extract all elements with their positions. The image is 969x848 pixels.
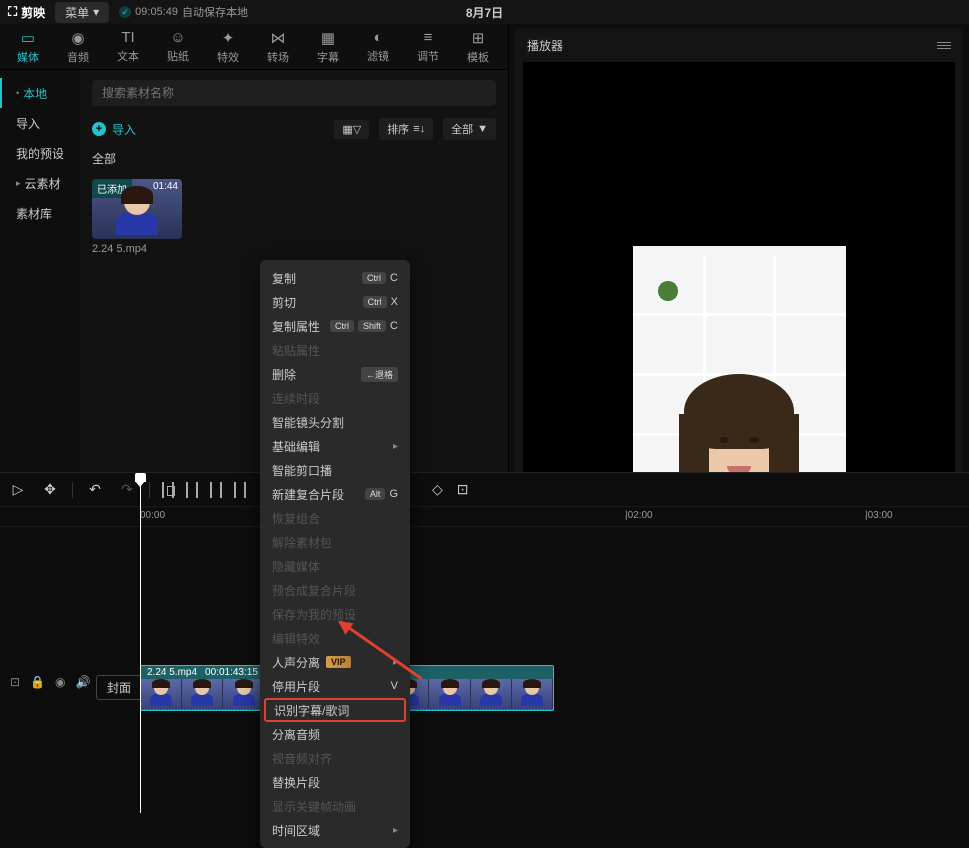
- cm-复制属性[interactable]: 复制属性CtrlShiftC: [260, 314, 410, 338]
- cm-粘贴属性: 粘贴属性: [260, 338, 410, 362]
- tab-icon: ⋈: [271, 29, 286, 47]
- track-mute-icon[interactable]: 🔊: [76, 675, 91, 689]
- sort-icon: ≡↓: [413, 123, 425, 135]
- cm-解除素材包: 解除素材包: [260, 530, 410, 554]
- tab-icon: ≡: [424, 29, 433, 46]
- cm-连续时段: 连续时段: [260, 386, 410, 410]
- ruler-mark: 00:00: [140, 510, 165, 521]
- ruler-mark: |03:00: [865, 510, 893, 521]
- cm-保存为我的预设: 保存为我的预设: [260, 602, 410, 626]
- cm-视音频对齐: 视音频对齐: [260, 746, 410, 770]
- section-all: 全部: [80, 146, 508, 171]
- import-label: 导入: [112, 121, 136, 138]
- app-name: 剪映: [21, 4, 45, 21]
- cm-人声分离[interactable]: 人声分离VIP▸: [260, 650, 410, 674]
- project-date: 8月7日: [466, 4, 503, 21]
- tool-tab-字幕[interactable]: ▦字幕: [304, 26, 352, 68]
- search-input[interactable]: [92, 80, 496, 106]
- track-clip-dur: 00:01:43:15: [205, 667, 258, 678]
- tool-tab-模板[interactable]: ⊞模板: [454, 26, 502, 68]
- track-clip-name: 2.24 5.mp4: [147, 667, 197, 678]
- cm-识别字幕/歌词[interactable]: 识别字幕/歌词: [264, 698, 406, 722]
- tool-tab-媒体[interactable]: ▭媒体: [4, 26, 52, 68]
- track-settings-icon[interactable]: ⊡: [10, 675, 20, 689]
- clip-thumb: 已添加 01:44: [92, 179, 182, 239]
- undo-button[interactable]: ↶: [85, 481, 105, 498]
- tab-icon: TI: [121, 29, 134, 46]
- cm-新建复合片段[interactable]: 新建复合片段AltG: [260, 482, 410, 506]
- cm-隐藏媒体: 隐藏媒体: [260, 554, 410, 578]
- filter-button[interactable]: 全部 ▼: [443, 118, 496, 140]
- cm-智能镜头分割[interactable]: 智能镜头分割: [260, 410, 410, 434]
- tab-icon: ◉: [71, 29, 84, 47]
- split-tool-3[interactable]: [210, 482, 222, 498]
- tool-tab-特效[interactable]: ✦特效: [204, 26, 252, 68]
- track-lock-icon[interactable]: 🔒: [30, 675, 45, 689]
- split-tool-2[interactable]: [186, 482, 198, 498]
- plus-icon: +: [92, 122, 106, 136]
- view-toggle[interactable]: ▦▽: [334, 120, 369, 139]
- cm-显示关键帧动画: 显示关键帧动画: [260, 794, 410, 818]
- cm-编辑特效: 编辑特效: [260, 626, 410, 650]
- sidenav-我的预设[interactable]: 我的预设: [0, 138, 80, 168]
- autosave-time: 09:05:49: [135, 6, 178, 18]
- cm-停用片段[interactable]: 停用片段V: [260, 674, 410, 698]
- crop-icon[interactable]: ◇: [432, 481, 443, 498]
- tab-icon: ▭: [21, 29, 35, 47]
- playhead[interactable]: [140, 473, 141, 813]
- player-title: 播放器: [527, 37, 563, 54]
- cm-复制[interactable]: 复制CtrlC: [260, 266, 410, 290]
- check-icon: ✓: [119, 6, 131, 18]
- clip-name: 2.24 5.mp4: [92, 243, 182, 255]
- cm-预合成复合片段: 预合成复合片段: [260, 578, 410, 602]
- tool-tab-调节[interactable]: ≡调节: [404, 26, 452, 68]
- player-menu-icon[interactable]: [937, 42, 951, 49]
- tab-icon: ⊞: [472, 29, 485, 47]
- media-clip[interactable]: 已添加 01:44 2.24 5.mp4: [92, 179, 182, 255]
- chevron-down-icon: ▾: [93, 5, 99, 19]
- tab-icon: ✦: [222, 29, 235, 47]
- cover-label[interactable]: 封面: [96, 675, 142, 700]
- cm-分离音频[interactable]: 分离音频: [260, 722, 410, 746]
- menu-button[interactable]: 菜单 ▾: [55, 2, 109, 23]
- split-tool-4[interactable]: [234, 482, 246, 498]
- split-tool-1[interactable]: [162, 482, 174, 498]
- tab-icon: ☺: [170, 29, 185, 46]
- tool-tabs: ▭媒体◉音频TI文本☺贴纸✦特效⋈转场▦字幕◐滤镜≡调节⊞模板: [0, 24, 508, 70]
- ruler-mark: |02:00: [625, 510, 653, 521]
- time-ruler[interactable]: 00:00 |02:00 |03:00: [0, 507, 969, 527]
- menu-label: 菜单: [65, 4, 89, 21]
- app-logo: ⛶ 剪映: [8, 4, 45, 21]
- cm-智能剪口播[interactable]: 智能剪口播: [260, 458, 410, 482]
- sidenav-本地[interactable]: •本地: [0, 78, 80, 108]
- tool-tab-音频[interactable]: ◉音频: [54, 26, 102, 68]
- cm-基础编辑[interactable]: 基础编辑▸: [260, 434, 410, 458]
- logo-icon: ⛶: [8, 4, 17, 20]
- autosave-text: 自动保存本地: [182, 4, 248, 20]
- tab-icon: ▦: [321, 29, 335, 47]
- tool-tab-转场[interactable]: ⋈转场: [254, 26, 302, 68]
- track-visibility-icon[interactable]: ◉: [55, 675, 65, 689]
- autosave-status: ✓ 09:05:49 自动保存本地: [119, 4, 248, 20]
- redo-button[interactable]: ↷: [117, 481, 137, 498]
- tool-tab-滤镜[interactable]: ◐滤镜: [354, 26, 402, 68]
- move-tool[interactable]: ✥: [40, 481, 60, 498]
- tool-tab-贴纸[interactable]: ☺贴纸: [154, 26, 202, 68]
- pointer-tool[interactable]: ▷: [8, 481, 28, 498]
- cm-恢复组合: 恢复组合: [260, 506, 410, 530]
- cm-删除[interactable]: 删除←退格: [260, 362, 410, 386]
- import-button[interactable]: + 导入: [92, 121, 136, 138]
- sort-button[interactable]: 排序 ≡↓: [379, 118, 433, 140]
- cm-剪切[interactable]: 剪切CtrlX: [260, 290, 410, 314]
- cm-时间区域[interactable]: 时间区域▸: [260, 818, 410, 842]
- context-menu: 复制CtrlC剪切CtrlX复制属性CtrlShiftC粘贴属性删除←退格连续时…: [260, 260, 410, 848]
- image-icon[interactable]: ⊡: [457, 481, 469, 498]
- sidenav-导入[interactable]: 导入: [0, 108, 80, 138]
- sidenav-云素材[interactable]: ▸云素材: [0, 168, 80, 198]
- filter-icon: ▼: [477, 123, 488, 135]
- tab-icon: ◐: [373, 29, 382, 46]
- tool-tab-文本[interactable]: TI文本: [104, 26, 152, 68]
- cm-替换片段[interactable]: 替换片段: [260, 770, 410, 794]
- sidenav-素材库[interactable]: 素材库: [0, 198, 80, 228]
